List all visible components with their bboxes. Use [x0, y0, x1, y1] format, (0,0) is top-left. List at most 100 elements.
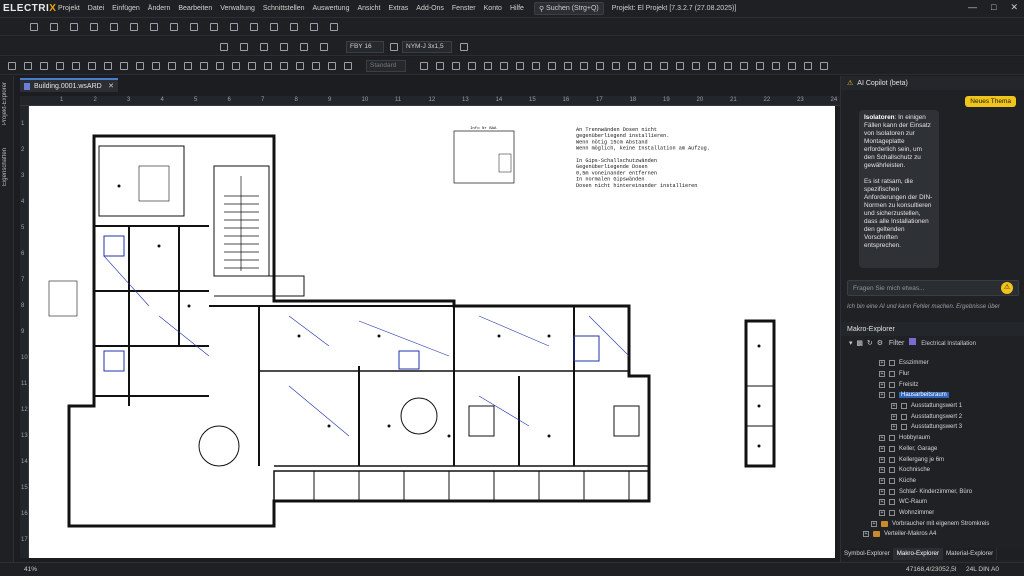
minimize-icon[interactable]: —: [968, 2, 977, 13]
toolbar-tool-icon[interactable]: [248, 62, 256, 70]
expand-icon[interactable]: +: [879, 360, 885, 367]
cable-select-2[interactable]: NYM-J 3x1,5: [402, 41, 452, 53]
toolbar-tool-icon[interactable]: [320, 43, 328, 51]
tab-material-explorer[interactable]: Material-Explorer: [943, 548, 998, 560]
toolbar-tool-icon[interactable]: [390, 43, 398, 51]
toolbar-tool-icon[interactable]: [168, 62, 176, 70]
drawing-canvas[interactable]: Info Nr BAA An Trennwänden Dosen nicht ge…: [29, 106, 835, 558]
toolbar-tool-icon[interactable]: [136, 62, 144, 70]
makro-tree-item[interactable]: + Kellergang je 6m: [841, 454, 1024, 465]
toolbar-tool-icon[interactable]: [660, 62, 668, 70]
expand-icon[interactable]: +: [879, 456, 885, 463]
toolbar-tool-icon[interactable]: [628, 62, 636, 70]
toolbar-tool-icon[interactable]: [72, 62, 80, 70]
toolbar-tool-icon[interactable]: [250, 23, 258, 31]
makro-tree-item[interactable]: + Wohnzimmer: [841, 508, 1024, 519]
toolbar-tool-icon[interactable]: [8, 62, 16, 70]
menu-item[interactable]: Einfügen: [108, 5, 144, 12]
toolbar-tool-icon[interactable]: [708, 62, 716, 70]
toolbar-tool-icon[interactable]: [220, 43, 228, 51]
toolbar-tool-icon[interactable]: [676, 62, 684, 70]
toolbar-tool-icon[interactable]: [500, 62, 508, 70]
menu-item[interactable]: Schnittstellen: [259, 5, 309, 12]
toolbar-tool-icon[interactable]: [150, 23, 158, 31]
expand-icon[interactable]: +: [879, 488, 885, 495]
toolbar-tool-icon[interactable]: [210, 23, 218, 31]
expand-icon[interactable]: +: [879, 381, 885, 388]
new-topic-button[interactable]: Neues Thema: [965, 96, 1016, 107]
expand-icon[interactable]: +: [879, 467, 885, 474]
makro-tree-item[interactable]: + WC-Raum: [841, 497, 1024, 508]
toolbar-tool-icon[interactable]: [516, 62, 524, 70]
settings-icon[interactable]: ⚙: [877, 340, 883, 347]
style-select[interactable]: Standard: [366, 60, 406, 72]
toolbar-tool-icon[interactable]: [200, 62, 208, 70]
toolbar-tool-icon[interactable]: [756, 62, 764, 70]
toolbar-tool-icon[interactable]: [596, 62, 604, 70]
makro-tree-item[interactable]: + Freisitz: [841, 379, 1024, 390]
menu-item[interactable]: Extras: [384, 5, 412, 12]
menu-item[interactable]: Ansicht: [353, 5, 384, 12]
toolbar-tool-icon[interactable]: [692, 62, 700, 70]
makro-tree-item[interactable]: + Ausstattungswert 3: [841, 422, 1024, 433]
menu-item[interactable]: Datei: [84, 5, 108, 12]
toolbar-tool-icon[interactable]: [460, 43, 468, 51]
expand-icon[interactable]: +: [879, 499, 885, 506]
menu-item[interactable]: Ändern: [144, 5, 175, 12]
toolbar-tool-icon[interactable]: [724, 62, 732, 70]
expand-icon[interactable]: +: [879, 371, 885, 378]
makro-tree-item[interactable]: + Ausstattungswert 2: [841, 411, 1024, 422]
copilot-input[interactable]: Fragen Sie mich etwas...: [847, 280, 1019, 296]
toolbar-tool-icon[interactable]: [88, 62, 96, 70]
toolbar-tool-icon[interactable]: [56, 62, 64, 70]
toolbar-tool-icon[interactable]: [420, 62, 428, 70]
toolbar-tool-icon[interactable]: [310, 23, 318, 31]
toolbar-tool-icon[interactable]: [110, 23, 118, 31]
makro-tree-item[interactable]: + Ausstattungswert 1: [841, 401, 1024, 412]
toolbar-tool-icon[interactable]: [104, 62, 112, 70]
makro-tree-item[interactable]: + Schlaf- Kinderzimmer, Büro: [841, 486, 1024, 497]
toolbar-tool-icon[interactable]: [190, 23, 198, 31]
toolbar-tool-icon[interactable]: [612, 62, 620, 70]
toolbar-tool-icon[interactable]: [130, 23, 138, 31]
search-box[interactable]: ⚲ Suchen (Strg+Q): [533, 2, 604, 15]
menu-item[interactable]: Fenster: [448, 5, 480, 12]
makro-tree-item[interactable]: + Verteiler-Makros A4: [841, 529, 1024, 540]
toolbar-tool-icon[interactable]: [484, 62, 492, 70]
expand-icon[interactable]: +: [871, 520, 877, 527]
toolbar-tool-icon[interactable]: [232, 62, 240, 70]
toolbar-tool-icon[interactable]: [312, 62, 320, 70]
toolbar-tool-icon[interactable]: [804, 62, 812, 70]
menu-item[interactable]: Add-Ons: [412, 5, 448, 12]
toolbar-tool-icon[interactable]: [230, 23, 238, 31]
toolbar-tool-icon[interactable]: [24, 62, 32, 70]
toolbar-tool-icon[interactable]: [30, 23, 38, 31]
refresh-icon[interactable]: ↻: [867, 340, 873, 347]
toolbar-tool-icon[interactable]: [772, 62, 780, 70]
toolbar-tool-icon[interactable]: [468, 62, 476, 70]
toolbar-tool-icon[interactable]: [290, 23, 298, 31]
makro-tree-item[interactable]: + Esszimmer: [841, 358, 1024, 369]
toolbar-tool-icon[interactable]: [264, 62, 272, 70]
expand-icon[interactable]: +: [879, 445, 885, 452]
makro-tree-item[interactable]: + Hausarbeitsraum: [841, 390, 1024, 401]
makro-tree-item[interactable]: + Flur: [841, 369, 1024, 380]
toolbar-tool-icon[interactable]: [216, 62, 224, 70]
toolbar-tool-icon[interactable]: [270, 23, 278, 31]
toolbar-tool-icon[interactable]: [820, 62, 828, 70]
toolbar-tool-icon[interactable]: [564, 62, 572, 70]
toolbar-tool-icon[interactable]: [70, 23, 78, 31]
toolbar-tool-icon[interactable]: [260, 43, 268, 51]
toolbar-tool-icon[interactable]: [280, 62, 288, 70]
makro-tree-item[interactable]: + Vorbraucher mit eigenem Stromkreis: [841, 518, 1024, 529]
expand-icon[interactable]: +: [879, 477, 885, 484]
toolbar-tool-icon[interactable]: [300, 43, 308, 51]
toolbar-tool-icon[interactable]: [240, 43, 248, 51]
makro-tree-item[interactable]: + Hobbyraum: [841, 433, 1024, 444]
folder-icon[interactable]: ▩: [856, 340, 863, 347]
toolbar-tool-icon[interactable]: [740, 62, 748, 70]
toolbar-tool-icon[interactable]: [330, 23, 338, 31]
toolbar-tool-icon[interactable]: [280, 43, 288, 51]
toolbar-tool-icon[interactable]: [296, 62, 304, 70]
makro-tree-item[interactable]: + Küche: [841, 476, 1024, 487]
